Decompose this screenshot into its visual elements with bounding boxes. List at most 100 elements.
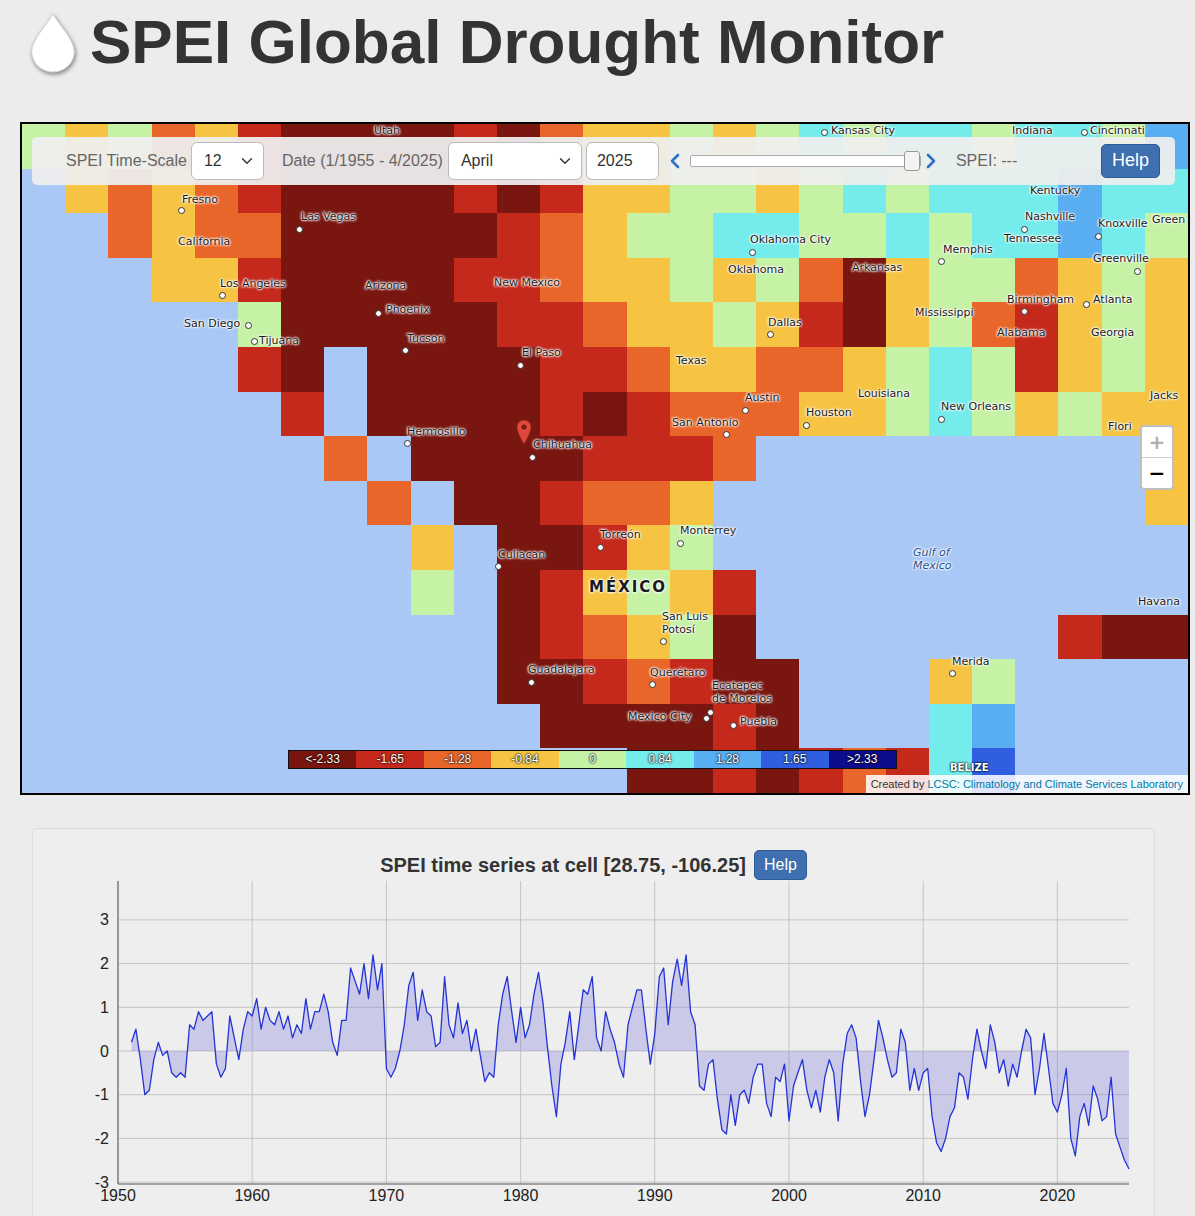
- x-tick-label: 1960: [234, 1187, 270, 1204]
- sea-cell: [108, 704, 152, 750]
- region-label: Havana: [1138, 596, 1180, 609]
- drought-map[interactable]: UtahKansas CityIndianaCincinnatiKentucky…: [20, 122, 1190, 795]
- grid-line: [118, 1182, 1129, 1183]
- map-cell: [799, 258, 843, 304]
- x-tick-label: 1970: [369, 1187, 405, 1204]
- map-cell: [1102, 615, 1146, 661]
- sea-cell: [972, 570, 1016, 616]
- sea-cell: [22, 748, 66, 793]
- sea-cell: [756, 525, 800, 571]
- slider-thumb[interactable]: [904, 151, 920, 171]
- city-dot: [1083, 301, 1090, 308]
- year-input[interactable]: [586, 142, 659, 180]
- legend-segment: 0.84: [626, 751, 693, 768]
- map-cell: [324, 258, 368, 304]
- sea-cell: [411, 481, 455, 527]
- legend-segment: >2.33: [829, 751, 896, 768]
- color-legend: <-2.33-1.65-1.28-0.8400.841.281.65>2.33: [288, 750, 897, 769]
- sea-cell: [1145, 704, 1188, 750]
- sea-cell: [281, 659, 325, 705]
- map-cell: [238, 213, 282, 259]
- map-cell: [454, 302, 498, 348]
- sea-cell: [886, 704, 930, 750]
- map-cell: [454, 481, 498, 527]
- sea-cell: [799, 704, 843, 750]
- sea-cell: [22, 481, 66, 527]
- region-label: Tennessee: [1004, 233, 1061, 246]
- city-label: Culiacan: [498, 549, 545, 562]
- sea-cell: [1015, 704, 1059, 750]
- map-cell: [627, 481, 671, 527]
- city-label: Puebla: [740, 716, 777, 729]
- city-dot: [375, 310, 382, 317]
- city-dot: [677, 540, 684, 547]
- x-tick-label: 2020: [1040, 1187, 1076, 1204]
- attribution-link[interactable]: LCSC: Climatology and Climate Services L…: [927, 778, 1183, 790]
- sea-cell: [195, 481, 239, 527]
- map-cell: [583, 258, 627, 304]
- city-label: Tucson: [407, 333, 445, 346]
- zoom-in-button[interactable]: +: [1142, 427, 1172, 457]
- map-cell: [540, 481, 584, 527]
- zoom-control: +−: [1140, 425, 1174, 490]
- city-label: Monterrey: [680, 525, 736, 538]
- sea-cell: [281, 704, 325, 750]
- date-slider[interactable]: [690, 155, 921, 167]
- help-button[interactable]: Help: [1101, 144, 1160, 177]
- city-label: Tijuana: [259, 335, 299, 348]
- city-label: Greenville: [1093, 253, 1149, 266]
- x-axis: [118, 1184, 1129, 1185]
- city-label: Ecatepec de Morelos: [712, 680, 772, 705]
- city-dot: [178, 207, 185, 214]
- sea-cell: [152, 570, 196, 616]
- map-cell: [152, 258, 196, 304]
- map-cell: [238, 347, 282, 393]
- sea-cell: [1145, 570, 1188, 616]
- map-cell: [972, 704, 1016, 750]
- sea-cell: [195, 525, 239, 571]
- region-label: Flori: [1108, 421, 1132, 434]
- sea-cell: [454, 704, 498, 750]
- grid-line: [118, 881, 119, 1184]
- map-cell: [756, 347, 800, 393]
- map-cell: [540, 704, 584, 750]
- legend-segment: 1.65: [761, 751, 828, 768]
- sea-cell: [454, 659, 498, 705]
- grid-line: [118, 920, 1129, 921]
- spei-grid[interactable]: [22, 124, 1188, 793]
- timescale-label: SPEI Time-Scale: [66, 149, 187, 173]
- sea-cell: [65, 659, 109, 705]
- map-cell: [627, 258, 671, 304]
- region-label: Arkansas: [852, 262, 902, 275]
- map-cell: [886, 213, 930, 259]
- sea-cell: [367, 704, 411, 750]
- map-cell: [627, 436, 671, 482]
- sea-cell: [929, 615, 973, 661]
- zoom-out-button[interactable]: −: [1142, 457, 1172, 488]
- timescale-select[interactable]: 12: [191, 142, 264, 180]
- sea-cell: [324, 392, 368, 438]
- map-cell: [929, 704, 973, 750]
- location-pin-icon[interactable]: [516, 419, 532, 445]
- map-cell: [1058, 302, 1102, 348]
- city-dot: [529, 454, 536, 461]
- region-label: New Mexico: [494, 277, 560, 290]
- map-cell: [497, 615, 541, 661]
- sea-cell: [324, 570, 368, 616]
- sea-cell: [1015, 525, 1059, 571]
- city-dot: [949, 670, 956, 677]
- chart-help-button[interactable]: Help: [754, 850, 807, 880]
- city-label: Dallas: [768, 317, 802, 330]
- sea-cell: [929, 570, 973, 616]
- sea-cell: [108, 436, 152, 482]
- map-cell: [497, 570, 541, 616]
- month-select[interactable]: April: [448, 142, 582, 180]
- map-cell: [411, 436, 455, 482]
- sea-cell: [22, 258, 66, 304]
- sea-cell: [108, 258, 152, 304]
- city-dot: [404, 440, 411, 447]
- next-month-icon[interactable]: [925, 153, 937, 169]
- region-label: Utah: [374, 124, 400, 137]
- previous-month-icon[interactable]: [669, 153, 681, 169]
- sea-cell: [281, 570, 325, 616]
